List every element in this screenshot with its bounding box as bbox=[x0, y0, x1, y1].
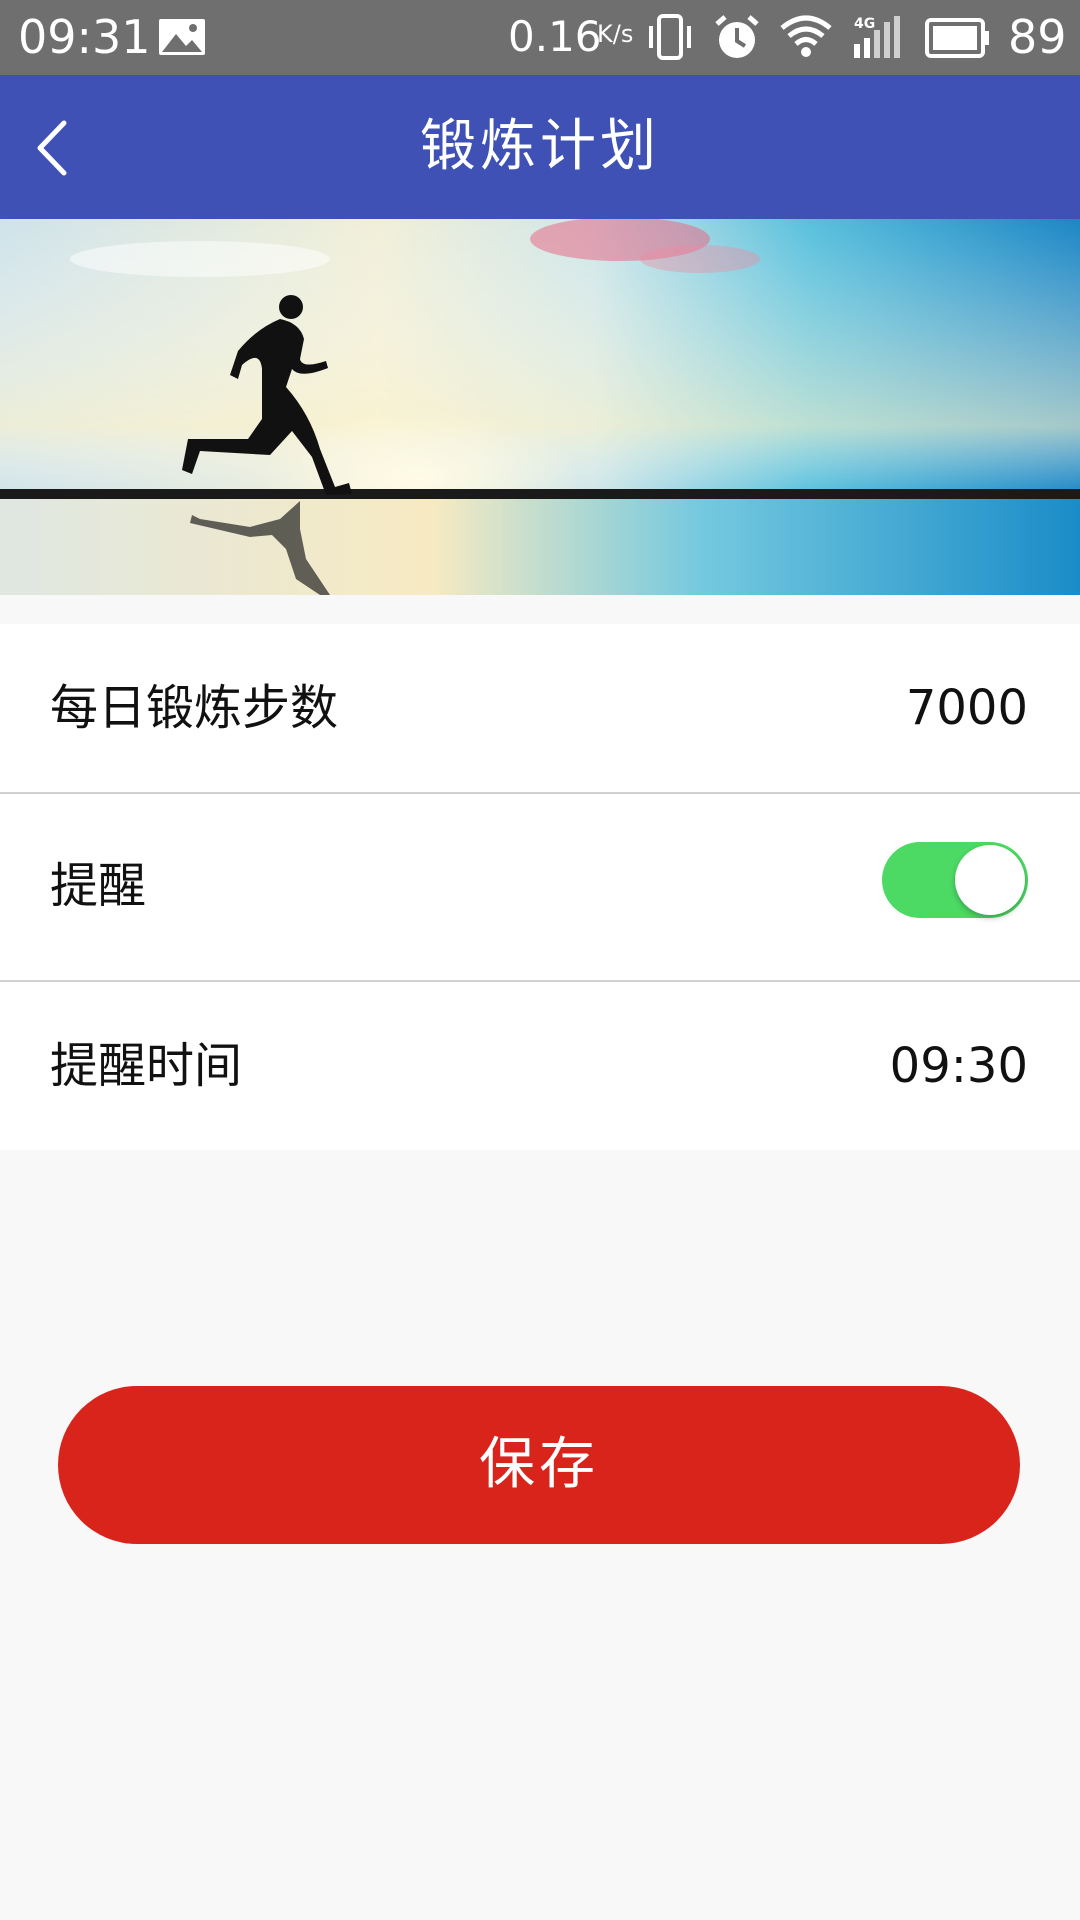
network-speed: 0.16 bbox=[508, 12, 602, 61]
daily-steps-row[interactable]: 每日锻炼步数 7000 bbox=[0, 624, 1080, 792]
reminder-time-value[interactable]: 09:30 bbox=[890, 1038, 1028, 1094]
reminder-time-label: 提醒时间 bbox=[50, 1038, 243, 1094]
app-bar: 锻炼计划 bbox=[0, 75, 1080, 219]
signal-icon: 4G bbox=[854, 16, 900, 58]
alarm-icon bbox=[715, 15, 759, 58]
status-bar: 09:31 0.16 K/s 4G 89 bbox=[0, 0, 1080, 75]
wifi-icon bbox=[780, 15, 832, 57]
reminder-row: 提醒 bbox=[0, 794, 1080, 980]
back-button[interactable] bbox=[30, 113, 80, 183]
runner-silhouette-image bbox=[0, 219, 1080, 595]
daily-steps-value[interactable]: 7000 bbox=[906, 680, 1028, 736]
vibrate-icon bbox=[649, 14, 691, 60]
daily-steps-label: 每日锻炼步数 bbox=[50, 680, 339, 736]
status-time: 09:31 bbox=[18, 10, 151, 64]
reminder-toggle[interactable] bbox=[882, 842, 1028, 918]
reminder-time-row[interactable]: 提醒时间 09:30 bbox=[0, 982, 1080, 1150]
svg-text:4G: 4G bbox=[854, 16, 875, 32]
reminder-label: 提醒 bbox=[50, 858, 147, 914]
save-button[interactable]: 保存 bbox=[58, 1386, 1020, 1544]
battery-level: 89 bbox=[1008, 10, 1067, 64]
page-title: 锻炼计划 bbox=[420, 114, 660, 179]
banner-image bbox=[0, 219, 1080, 595]
settings-list: 每日锻炼步数 7000 提醒 提醒时间 09:30 bbox=[0, 624, 1080, 1150]
chevron-left-icon bbox=[37, 120, 67, 176]
network-speed-unit: K/s bbox=[597, 20, 634, 48]
toggle-knob bbox=[955, 845, 1025, 915]
battery-icon bbox=[925, 18, 989, 58]
image-icon bbox=[159, 19, 205, 55]
